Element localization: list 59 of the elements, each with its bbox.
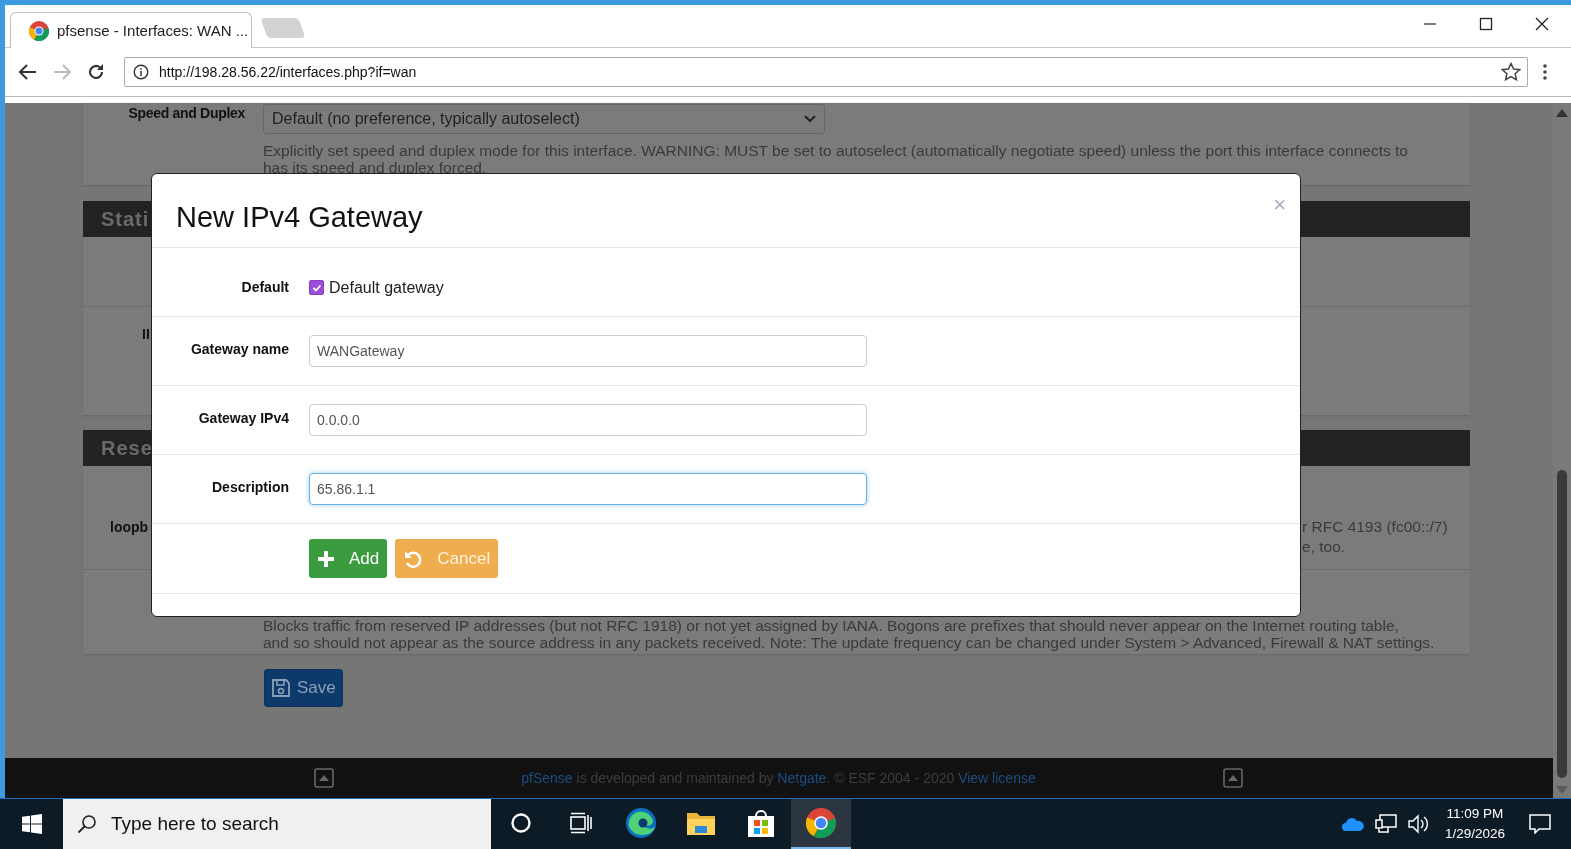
clock-time[interactable]: 11:09 PM	[1446, 804, 1504, 824]
edge-logo-icon	[625, 807, 657, 839]
chrome-logo-icon	[29, 20, 49, 41]
help-text: e, too.	[1302, 537, 1347, 557]
scrollbar[interactable]	[1553, 103, 1571, 798]
help-text: r RFC 4193 (fc00::/7)	[1302, 517, 1448, 537]
reload-icon[interactable]	[86, 62, 106, 82]
back-arrow-icon[interactable]	[18, 63, 38, 81]
plus-icon	[317, 549, 335, 568]
chevron-icon	[804, 115, 816, 123]
taskbar-search-field[interactable]: Type here to search	[63, 799, 491, 849]
help-text: Explicitly set speed and duplex mode for this interface. WARNING: MUST be set to autoselect (automatically negotiate speed) unless the port this interface connects to	[263, 142, 1408, 159]
clock-date[interactable]: 1/29/2026	[1444, 824, 1505, 844]
checkbox[interactable]	[309, 280, 324, 295]
text-field[interactable]: 65.86.1.1	[309, 473, 867, 505]
chrome-logo-icon	[806, 808, 836, 838]
maximize-icon[interactable]	[1479, 17, 1493, 31]
search-icon	[77, 814, 97, 834]
circle-icon	[510, 812, 532, 834]
field-label: II	[141, 325, 151, 342]
text-field[interactable]: WANGateway	[309, 335, 867, 367]
scroll-top-icon[interactable]	[314, 768, 334, 788]
folder-icon	[686, 810, 716, 836]
field-label: Speed and Duplex	[127, 104, 245, 123]
scrollbar-thumb[interactable]	[1557, 470, 1567, 778]
field-label: Gateway IPv4	[197, 409, 289, 426]
checkbox-label[interactable]: Default gateway	[329, 278, 444, 297]
text-field[interactable]: 0.0.0.0	[309, 404, 867, 436]
field-label: Gateway name	[189, 340, 289, 357]
field-label: loopb	[109, 518, 149, 537]
cloud-icon[interactable]	[1340, 816, 1365, 832]
info-icon	[133, 64, 149, 80]
help-text: and so should not appear as the source address in any packets received. Note: The update frequency can be changed under System > Advanced, Firewall & NAT settings.	[263, 634, 1435, 651]
notification-icon[interactable]	[1529, 814, 1551, 834]
close-icon[interactable]	[1535, 17, 1549, 31]
windows-logo-icon	[21, 814, 42, 834]
help-text: has its speed and duplex forced.	[263, 159, 488, 176]
field-label: Default	[240, 278, 289, 295]
save-button[interactable]: Save	[264, 669, 343, 707]
taskbar-app-button[interactable]	[791, 799, 851, 849]
scroll-top-icon[interactable]	[1223, 768, 1243, 788]
field-label: Description	[211, 478, 289, 495]
add-button[interactable]: Add	[309, 539, 388, 578]
network-icon[interactable]	[1374, 814, 1397, 834]
address-bar[interactable]: http://198.28.56.22/interfaces.php?if=wan	[124, 57, 1528, 87]
help-text: Blocks traffic from reserved IP addresses (but not RFC 1918) or not yet assigned by IANA. Bogons are prefixes that should never appear on the Internet routing table,	[263, 617, 1400, 634]
undo-icon	[403, 548, 424, 569]
browser-tab[interactable]: pfsense - Interfaces: WAN ...	[10, 12, 252, 48]
menu-icon[interactable]	[1542, 63, 1548, 81]
task-view-icon	[569, 812, 593, 834]
section-heading: Rese	[100, 436, 153, 460]
star-icon[interactable]	[1501, 62, 1521, 82]
speed-duplex-select[interactable]: Default (no preference, typically autoselect)	[263, 104, 825, 134]
check-icon	[311, 282, 322, 293]
dialog-title: New IPv4 Gateway	[176, 201, 423, 234]
shopping-bag-icon	[746, 808, 776, 838]
section-heading: Stati	[100, 207, 150, 231]
scroll-up-arrow-icon[interactable]	[1556, 109, 1568, 117]
speaker-icon[interactable]	[1406, 814, 1429, 834]
